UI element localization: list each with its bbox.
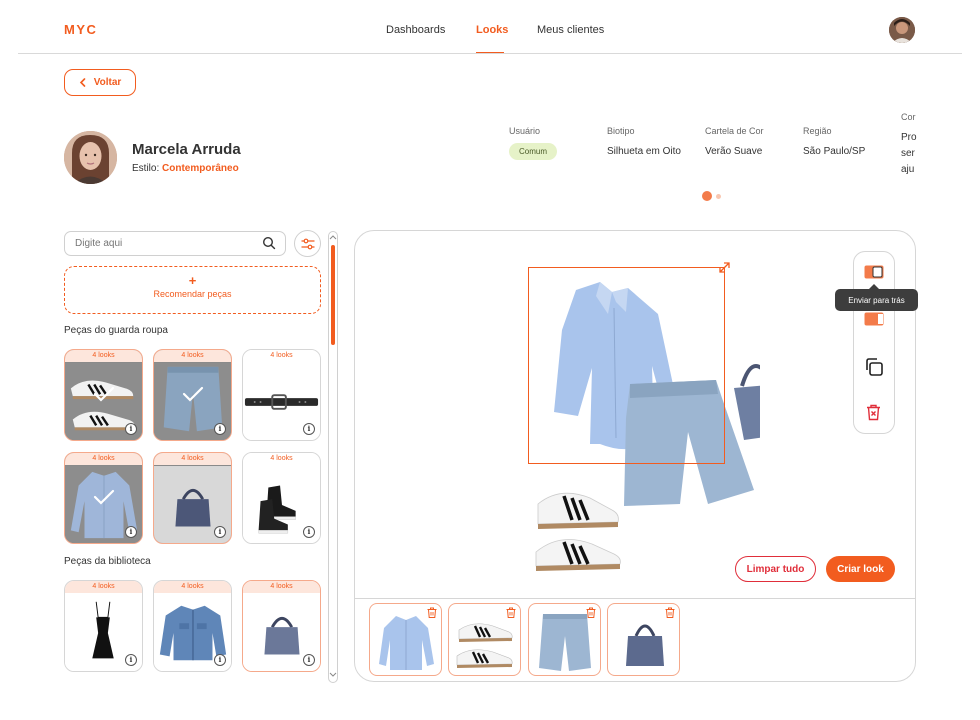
bring-forward-icon[interactable] (864, 312, 884, 326)
nav-meus-clientes[interactable]: Meus clientes (537, 24, 604, 36)
canvas-divider (355, 598, 916, 599)
search-icon[interactable] (262, 236, 276, 250)
trash-icon[interactable] (665, 607, 675, 618)
scroll-down-icon[interactable] (329, 672, 337, 678)
resize-handle-icon[interactable] (718, 261, 731, 274)
client-style-label: Estilo: (132, 163, 160, 174)
tooltip-send-back: Enviar para trás (835, 289, 918, 311)
send-backward-icon[interactable] (864, 265, 884, 279)
header-divider (18, 53, 962, 54)
looks-count: 4 looks (65, 581, 142, 593)
selected-piece-tote-bag[interactable] (607, 603, 680, 676)
looks-count: 4 looks (65, 453, 142, 465)
selected-piece-denim-shorts[interactable] (528, 603, 601, 676)
duplicate-icon[interactable] (864, 357, 884, 377)
nav-looks[interactable]: Looks (476, 24, 508, 36)
back-button[interactable]: Voltar (64, 69, 136, 96)
info-icon[interactable]: i (303, 654, 315, 666)
wardrobe-item-denim-shorts[interactable]: 4 looks i (153, 349, 232, 441)
user-avatar[interactable] (889, 17, 915, 43)
nav-dashboards[interactable]: Dashboards (386, 24, 445, 36)
trash-icon[interactable] (586, 607, 596, 618)
library-item-denim-jacket[interactable]: 4 looks i (153, 580, 232, 672)
back-button-label: Voltar (93, 77, 122, 88)
check-icon (93, 489, 115, 505)
info-icon[interactable]: i (125, 654, 137, 666)
looks-count: 4 looks (243, 350, 320, 362)
recommend-pieces-button[interactable]: + Recomendar peças (64, 266, 321, 314)
info-icon[interactable]: i (125, 423, 137, 435)
plus-icon: + (188, 273, 197, 288)
looks-count: 4 looks (243, 453, 320, 465)
field-value-truncated-2: ser (901, 148, 915, 159)
client-name: Marcela Arruda (132, 141, 241, 158)
wardrobe-item-high-top-sneakers[interactable]: 4 looks i (242, 452, 321, 544)
app-logo[interactable]: MYC (64, 22, 97, 37)
field-value-biotipo: Silhueta em Oito (607, 146, 681, 157)
check-icon (182, 386, 204, 402)
recommend-label: Recomendar peças (153, 289, 232, 299)
clear-all-button[interactable]: Limpar tudo (735, 556, 816, 582)
pager-dot-active[interactable] (702, 191, 712, 201)
selected-piece-blue-shirt[interactable] (369, 603, 442, 676)
field-label-regiao: Região (803, 126, 832, 136)
field-label-cartela: Cartela de Cor (705, 126, 764, 136)
field-label-biotipo: Biotipo (607, 126, 635, 136)
trash-icon[interactable] (506, 607, 516, 618)
field-value-regiao: São Paulo/SP (803, 146, 866, 157)
info-icon[interactable]: i (303, 423, 315, 435)
looks-count: 4 looks (154, 350, 231, 362)
pager-dot[interactable] (716, 194, 721, 199)
client-style-value: Contemporâneo (162, 163, 239, 174)
top-bar: MYC Dashboards Looks Meus clientes (0, 0, 980, 54)
wardrobe-item-belt[interactable]: 4 looks i (242, 349, 321, 441)
looks-count: 4 looks (243, 581, 320, 593)
selected-piece-sneakers[interactable] (448, 603, 521, 676)
info-icon[interactable]: i (214, 526, 226, 538)
library-section-title: Peças da biblioteca (64, 556, 151, 567)
wardrobe-item-sneakers[interactable]: 4 looks i (64, 349, 143, 441)
info-icon[interactable]: i (214, 654, 226, 666)
field-value-truncated-3: aju (901, 164, 915, 175)
field-value-truncated-1: Pro (901, 132, 917, 143)
looks-count: 4 looks (154, 453, 231, 465)
filter-button[interactable] (294, 230, 321, 257)
selection-box[interactable] (528, 267, 725, 464)
scrollbar-thumb[interactable] (331, 245, 335, 345)
field-value-cartela: Verão Suave (705, 146, 763, 157)
info-icon[interactable]: i (125, 526, 137, 538)
scroll-up-icon[interactable] (329, 234, 337, 240)
check-icon (93, 386, 115, 402)
info-icon[interactable]: i (303, 526, 315, 538)
wardrobe-item-blue-shirt[interactable]: 4 looks i (64, 452, 143, 544)
field-label-truncated: Cor (901, 112, 916, 122)
wardrobe-item-tote-bag[interactable]: 4 looks i (153, 452, 232, 544)
user-type-badge: Comum (509, 143, 557, 160)
field-label-usuario: Usuário (509, 126, 541, 136)
chevron-left-icon (79, 78, 85, 87)
library-item-black-dress[interactable]: 4 looks i (64, 580, 143, 672)
library-item-tote-bag[interactable]: 4 looks i (242, 580, 321, 672)
delete-icon[interactable] (866, 404, 881, 421)
trash-icon[interactable] (427, 607, 437, 618)
looks-count: 4 looks (65, 350, 142, 362)
looks-count: 4 looks (154, 581, 231, 593)
create-look-button[interactable]: Criar look (826, 556, 895, 582)
search-input[interactable] (64, 231, 286, 256)
client-photo (64, 131, 117, 184)
wardrobe-section-title: Peças do guarda roupa (64, 325, 168, 336)
info-icon[interactable]: i (214, 423, 226, 435)
filter-sliders-icon (300, 238, 315, 249)
client-style: Estilo: Contemporâneo (132, 163, 239, 174)
